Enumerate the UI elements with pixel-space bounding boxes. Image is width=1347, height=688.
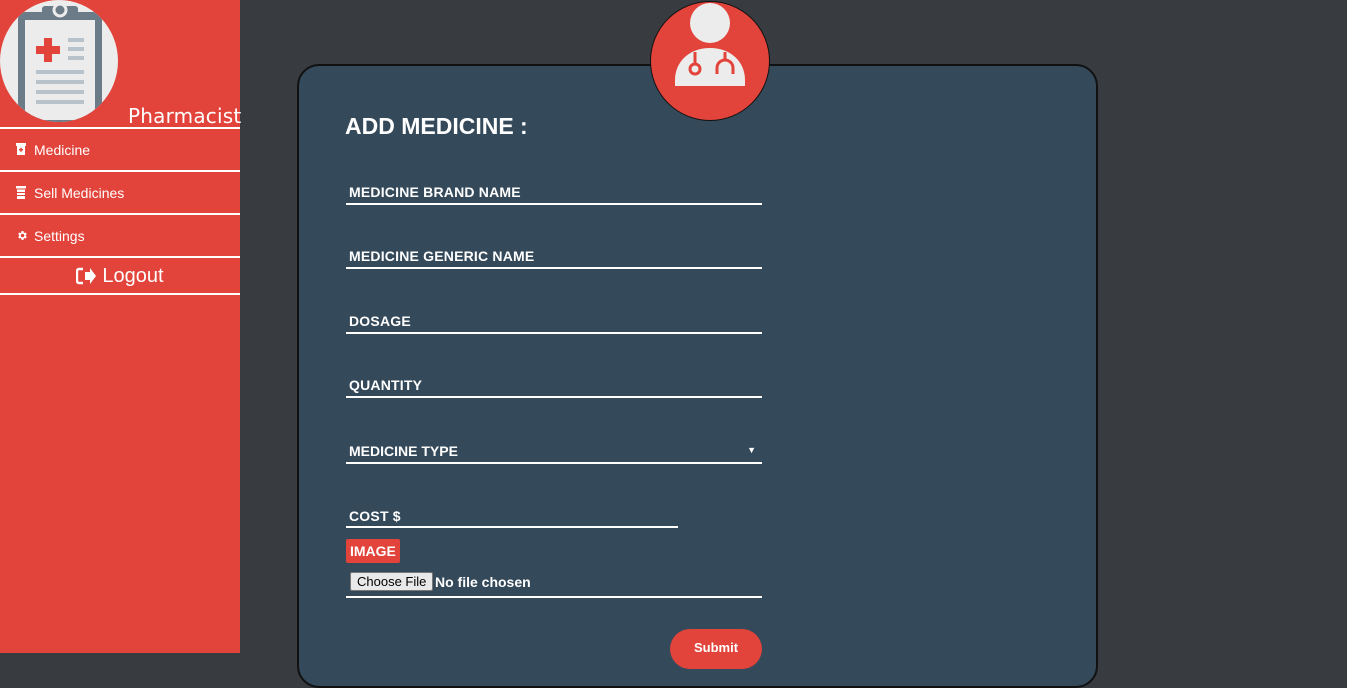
sidebar: Pharmacist Medicine Sell Medicines Setti… — [0, 0, 242, 653]
file-status: No file chosen — [435, 574, 531, 590]
gear-icon — [16, 229, 28, 242]
dosage-field[interactable] — [346, 310, 762, 334]
submit-button[interactable]: Submit — [670, 629, 762, 669]
sidebar-item-settings[interactable]: Settings — [0, 215, 240, 256]
clipboard-medical-icon — [0, 0, 118, 122]
quantity-field[interactable] — [346, 374, 762, 398]
sidebar-item-label: Sell Medicines — [34, 184, 125, 201]
medicine-type-value: MEDICINE TYPE — [349, 443, 458, 459]
sidebar-item-label: Settings — [34, 227, 85, 244]
form-title: ADD MEDICINE : — [345, 113, 528, 139]
chevron-down-icon: ▼ — [747, 445, 756, 455]
brand-name-input[interactable] — [346, 181, 762, 203]
generic-name-input[interactable] — [346, 245, 762, 267]
logout-label: Logout — [102, 264, 164, 287]
cost-field[interactable] — [346, 505, 678, 528]
choose-file-button[interactable]: Choose File — [350, 572, 434, 591]
medicine-bottle-icon — [16, 143, 28, 156]
cost-input[interactable] — [346, 505, 678, 526]
generic-name-field[interactable] — [346, 245, 762, 269]
medicine-jar-icon — [16, 186, 28, 199]
image-label: IMAGE — [346, 539, 400, 563]
role-label: Pharmacist — [128, 104, 242, 128]
sidebar-item-sell-medicines[interactable]: Sell Medicines — [0, 172, 240, 213]
medicine-type-select[interactable]: MEDICINE TYPE ▼ — [346, 440, 762, 464]
sign-out-icon — [76, 267, 97, 285]
logout-button[interactable]: Logout — [0, 258, 240, 294]
brand-name-field[interactable] — [346, 181, 762, 205]
dosage-input[interactable] — [346, 310, 762, 332]
sidebar-item-medicine[interactable]: Medicine — [0, 129, 240, 170]
quantity-input[interactable] — [346, 374, 762, 396]
file-upload[interactable]: Choose File No file chosen — [346, 571, 762, 598]
sidebar-item-label: Medicine — [34, 141, 91, 158]
doctor-icon — [650, 1, 770, 121]
divider — [0, 293, 240, 295]
